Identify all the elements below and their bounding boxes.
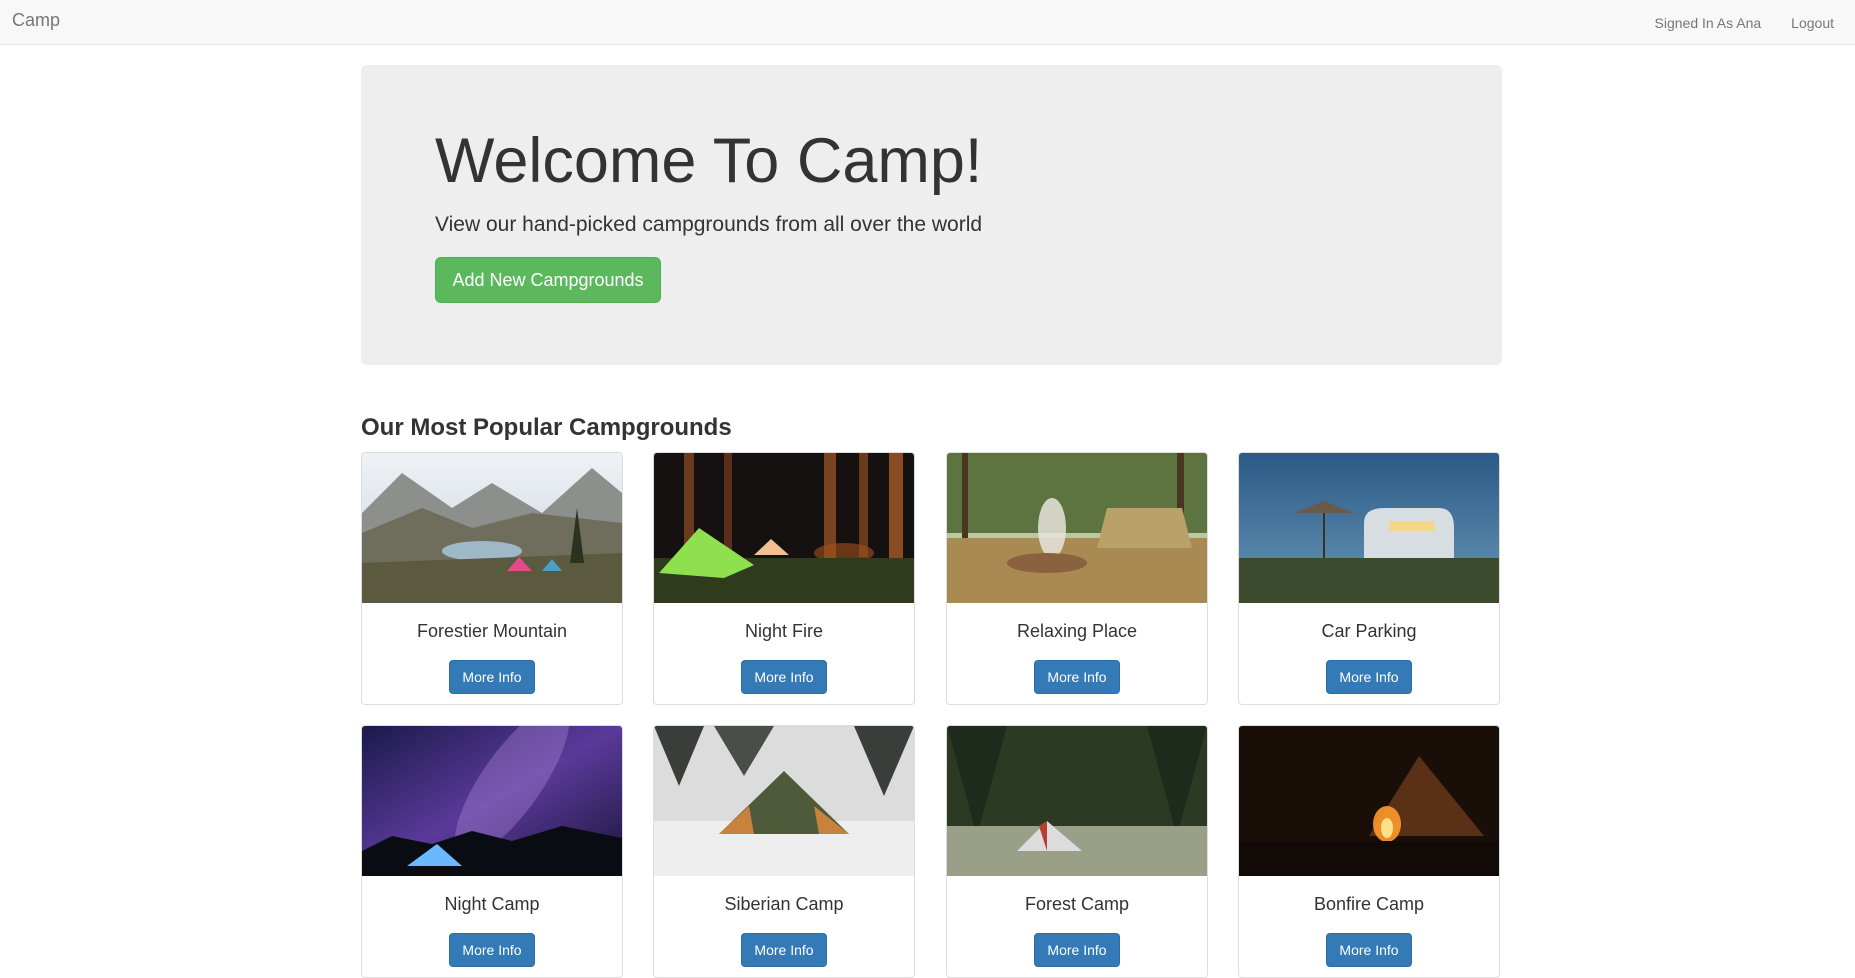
campground-name: Forest Camp [1024, 894, 1130, 914]
campground-card: Night Fire More Info [653, 452, 915, 705]
campground-name: Night Fire [744, 621, 824, 641]
hero-title: Welcome To Camp! [435, 126, 983, 196]
section-title: Our Most Popular Campgrounds [361, 414, 732, 441]
more-info-button[interactable]: More Info [1034, 933, 1120, 967]
campground-card: Relaxing Place More Info [946, 452, 1208, 705]
campground-image[interactable] [1239, 453, 1499, 603]
campground-image[interactable] [654, 453, 914, 603]
logout-link[interactable]: Logout [1782, 15, 1855, 31]
campground-card: Night Camp More Info [361, 725, 623, 978]
campground-name: Forestier Mountain [416, 621, 568, 641]
campground-card: Forestier Mountain More Info [361, 452, 623, 705]
more-info-button[interactable]: More Info [741, 933, 827, 967]
campground-card: Forest Camp More Info [946, 725, 1208, 978]
campground-name: Bonfire Camp [1313, 894, 1425, 914]
more-info-button[interactable]: More Info [1326, 660, 1412, 694]
campground-name: Relaxing Place [1016, 621, 1138, 641]
campground-name: Car Parking [1321, 621, 1417, 641]
campground-image[interactable] [362, 726, 622, 876]
campground-image[interactable] [654, 726, 914, 876]
campground-image[interactable] [947, 453, 1207, 603]
more-info-button[interactable]: More Info [741, 660, 827, 694]
hero-subtitle: View our hand-picked campgrounds from al… [435, 213, 983, 236]
campground-card: Bonfire Camp More Info [1238, 725, 1500, 978]
campground-card: Siberian Camp More Info [653, 725, 915, 978]
campground-name: Siberian Camp [724, 894, 844, 914]
nav-right: Signed In As Ana Logout [1646, 0, 1855, 45]
more-info-button[interactable]: More Info [449, 933, 535, 967]
more-info-button[interactable]: More Info [1034, 660, 1120, 694]
more-info-button[interactable]: More Info [449, 660, 535, 694]
campground-card: Car Parking More Info [1238, 452, 1500, 705]
campground-image[interactable] [947, 726, 1207, 876]
campground-image[interactable] [362, 453, 622, 603]
campground-image[interactable] [1239, 726, 1499, 876]
add-campground-button[interactable]: Add New Campgrounds [435, 257, 661, 303]
hero-jumbotron: Welcome To Camp! View our hand-picked ca… [361, 65, 1502, 365]
brand-link[interactable]: Camp [12, 10, 60, 31]
campground-name: Night Camp [444, 894, 540, 914]
more-info-button[interactable]: More Info [1326, 933, 1412, 967]
navbar: Camp Signed In As Ana Logout [0, 0, 1855, 45]
signed-in-link[interactable]: Signed In As Ana [1646, 15, 1783, 31]
